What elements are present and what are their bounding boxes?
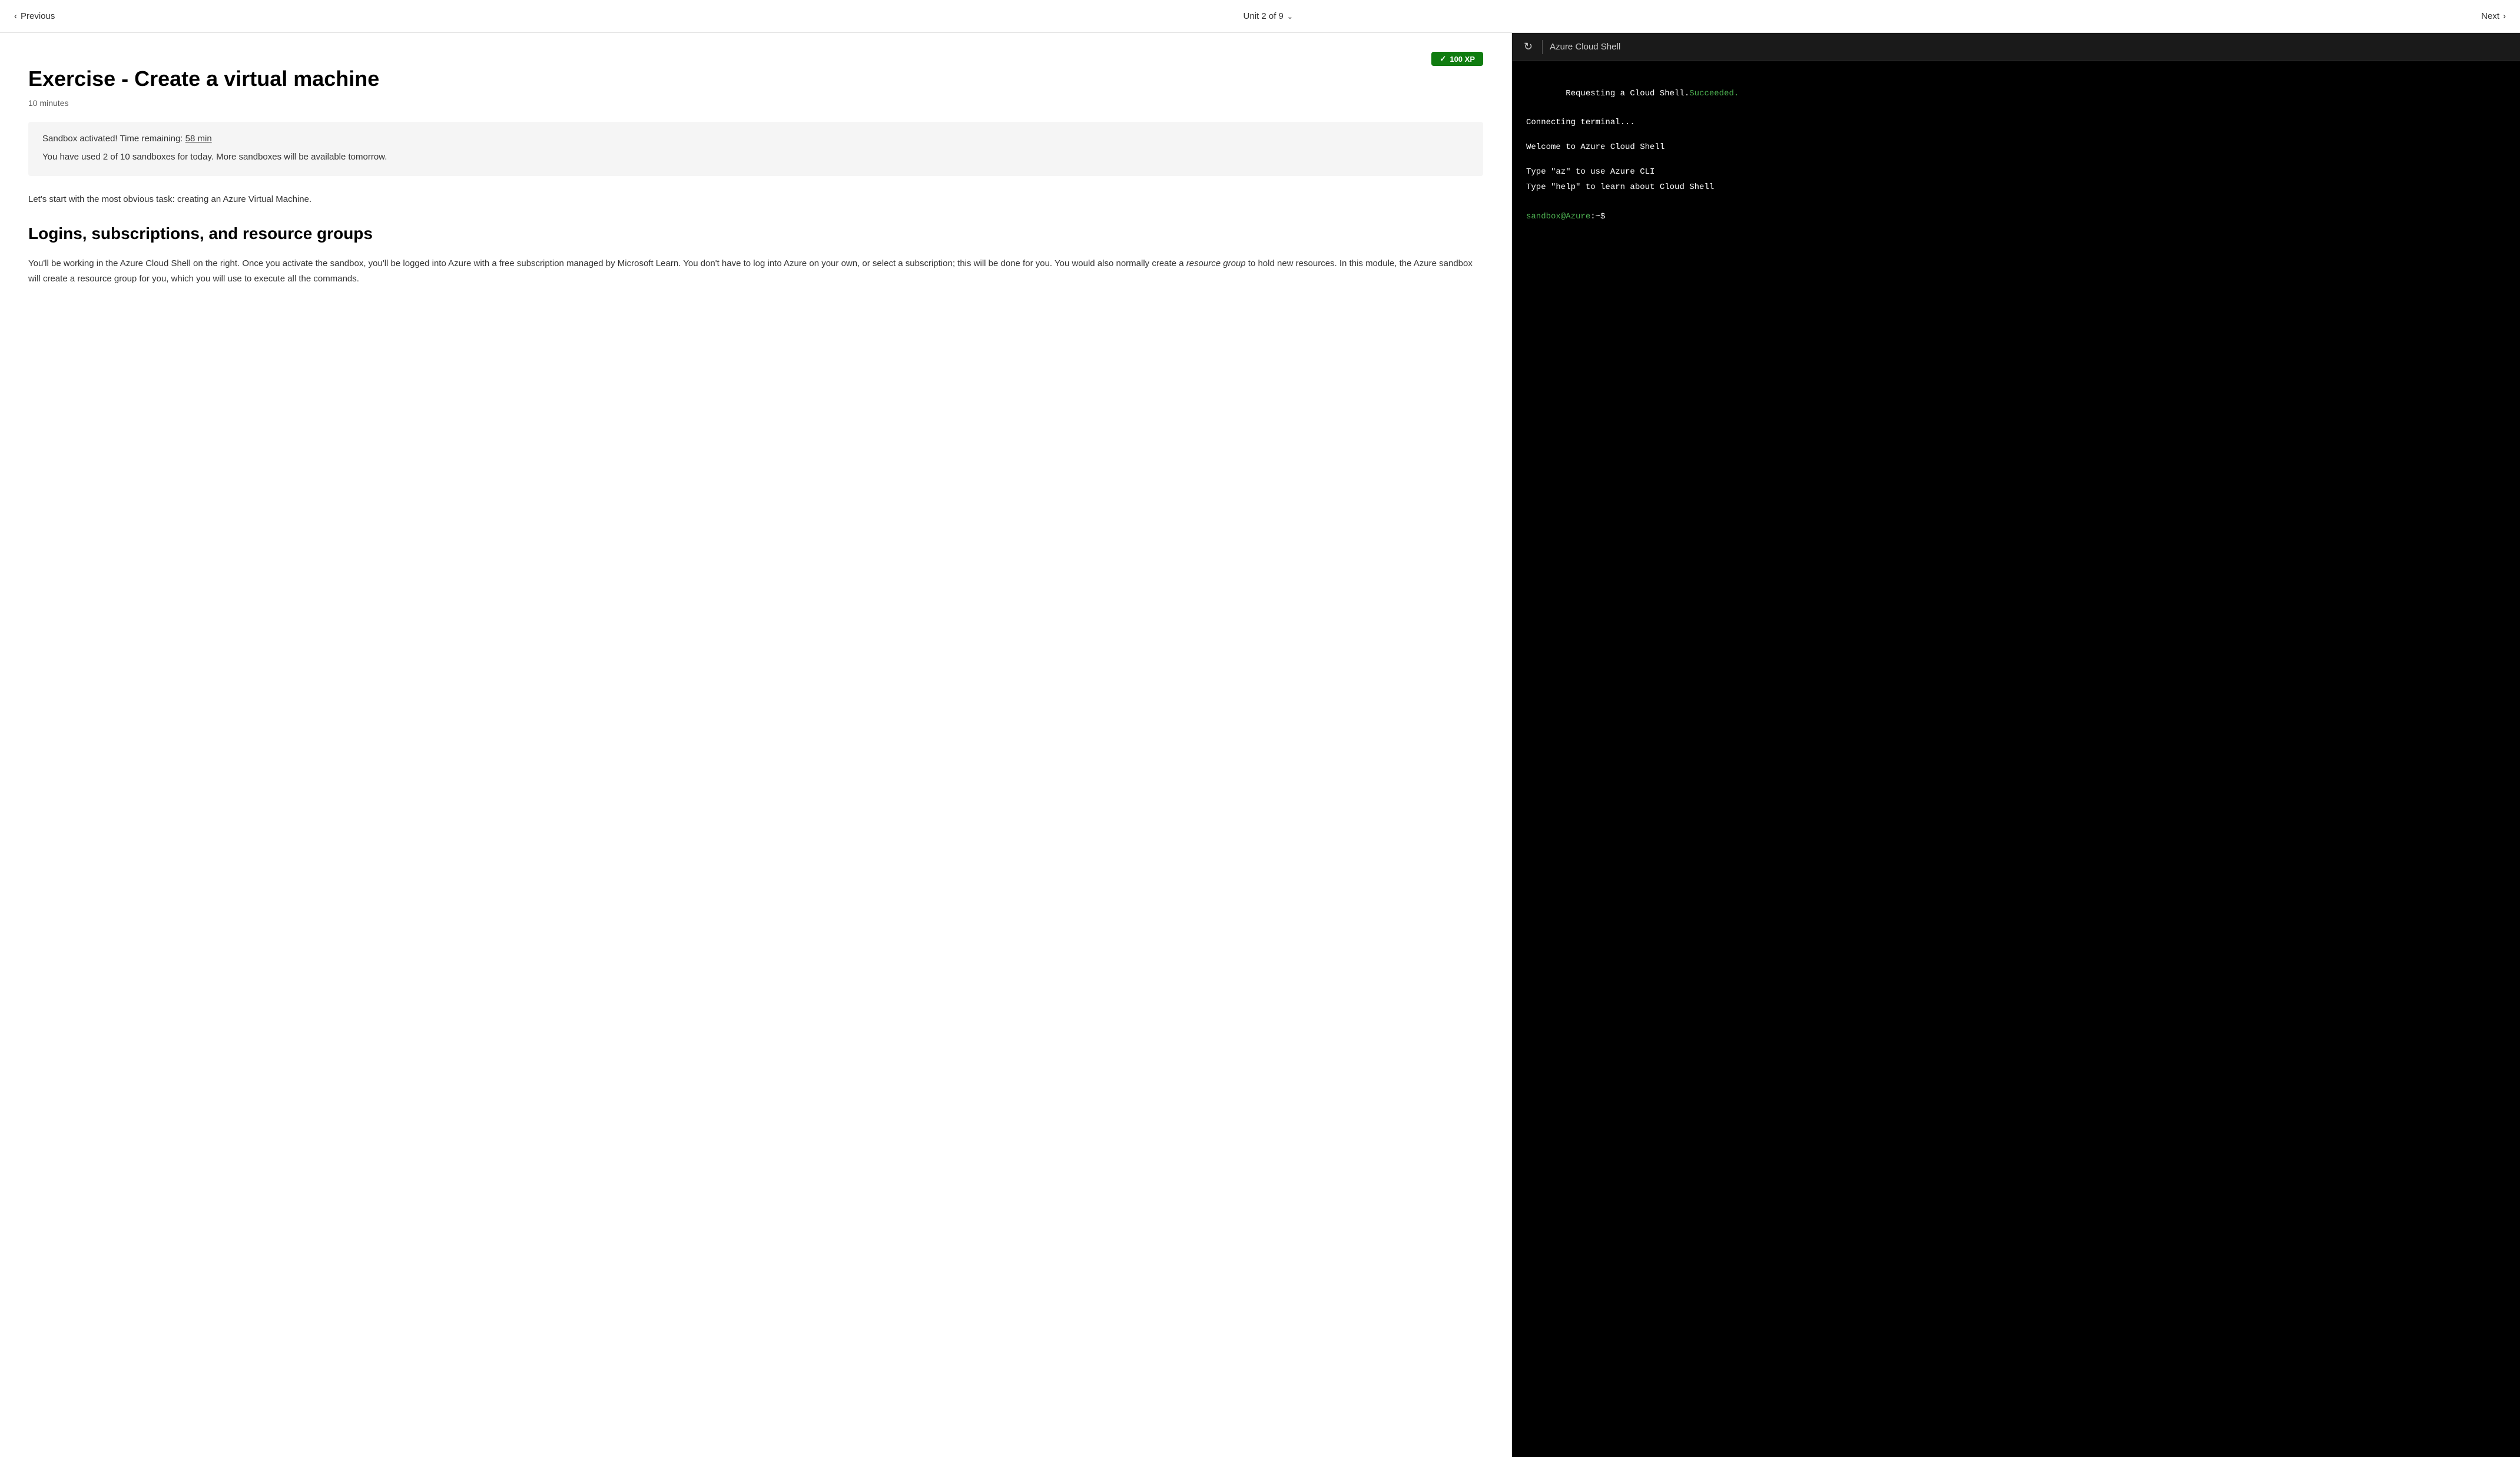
shell-header-divider xyxy=(1542,40,1543,54)
xp-badge: 100 XP xyxy=(1431,52,1483,66)
shell-terminal[interactable]: Requesting a Cloud Shell.Succeeded. Conn… xyxy=(1512,61,2520,1457)
shell-line-4: Welcome to Azure Cloud Shell xyxy=(1526,141,2506,155)
shell-refresh-button[interactable]: ↻ xyxy=(1521,38,1535,55)
top-navigation: ‹ Previous Unit 2 of 9 ⌄ Next › xyxy=(0,0,2520,33)
sandbox-usage-info: You have used 2 of 10 sandboxes for toda… xyxy=(42,151,1469,164)
next-label: Next xyxy=(2481,11,2499,21)
sandbox-time-value: 58 min xyxy=(185,134,212,144)
shell-prompt-line: sandbox@Azure:~$ xyxy=(1526,210,2506,224)
shell-header: ↻ Azure Cloud Shell xyxy=(1512,33,2520,61)
prompt-path-text: :~$ xyxy=(1590,210,1605,224)
chevron-down-icon: ⌄ xyxy=(1287,12,1293,21)
shell-line-6: Type "az" to use Azure CLI xyxy=(1526,165,2506,180)
shell-succeeded-text: Succeeded. xyxy=(1689,89,1739,98)
prompt-sandbox-text: sandbox xyxy=(1526,210,1561,224)
shell-line-2: Connecting terminal... xyxy=(1526,116,2506,130)
shell-line-3-empty xyxy=(1526,131,2506,141)
main-wrapper: 100 XP Exercise - Create a virtual machi… xyxy=(0,33,2520,1457)
sandbox-time-label: Sandbox activated! Time remaining: xyxy=(42,134,183,144)
previous-label: Previous xyxy=(21,11,55,21)
shell-line-8-empty xyxy=(1526,196,2506,205)
previous-button[interactable]: ‹ Previous xyxy=(14,11,55,21)
shell-requesting-text: Requesting a Cloud Shell. xyxy=(1566,89,1689,98)
time-estimate: 10 minutes xyxy=(28,98,1483,108)
page-title: Exercise - Create a virtual machine xyxy=(28,66,1483,91)
xp-value: 100 XP xyxy=(1450,55,1475,64)
unit-label: Unit 2 of 9 xyxy=(1244,11,1284,21)
sandbox-time-display: Sandbox activated! Time remaining: 58 mi… xyxy=(42,134,1469,144)
chevron-left-icon: ‹ xyxy=(14,11,17,21)
shell-line-5-empty xyxy=(1526,156,2506,165)
shell-line-1: Requesting a Cloud Shell.Succeeded. xyxy=(1526,73,2506,115)
section-title: Logins, subscriptions, and resource grou… xyxy=(28,223,1483,244)
body-paragraph: You'll be working in the Azure Cloud She… xyxy=(28,256,1483,286)
chevron-right-icon: › xyxy=(2503,11,2506,21)
unit-selector[interactable]: Unit 2 of 9 ⌄ xyxy=(1244,11,1293,21)
intro-text: Let's start with the most obvious task: … xyxy=(28,193,1483,207)
shell-title: Azure Cloud Shell xyxy=(1550,42,1620,52)
refresh-icon: ↻ xyxy=(1524,41,1533,52)
shell-line-7: Type "help" to learn about Cloud Shell xyxy=(1526,181,2506,195)
content-panel: 100 XP Exercise - Create a virtual machi… xyxy=(0,33,1512,1457)
body-text-part1: You'll be working in the Azure Cloud She… xyxy=(28,258,1186,268)
body-text-italic: resource group xyxy=(1186,258,1246,268)
prompt-azure-text: @Azure xyxy=(1561,210,1590,224)
next-button[interactable]: Next › xyxy=(2481,11,2506,21)
cloud-shell-panel: ↻ Azure Cloud Shell Requesting a Cloud S… xyxy=(1512,33,2520,1457)
sandbox-info-box: Sandbox activated! Time remaining: 58 mi… xyxy=(28,122,1483,176)
